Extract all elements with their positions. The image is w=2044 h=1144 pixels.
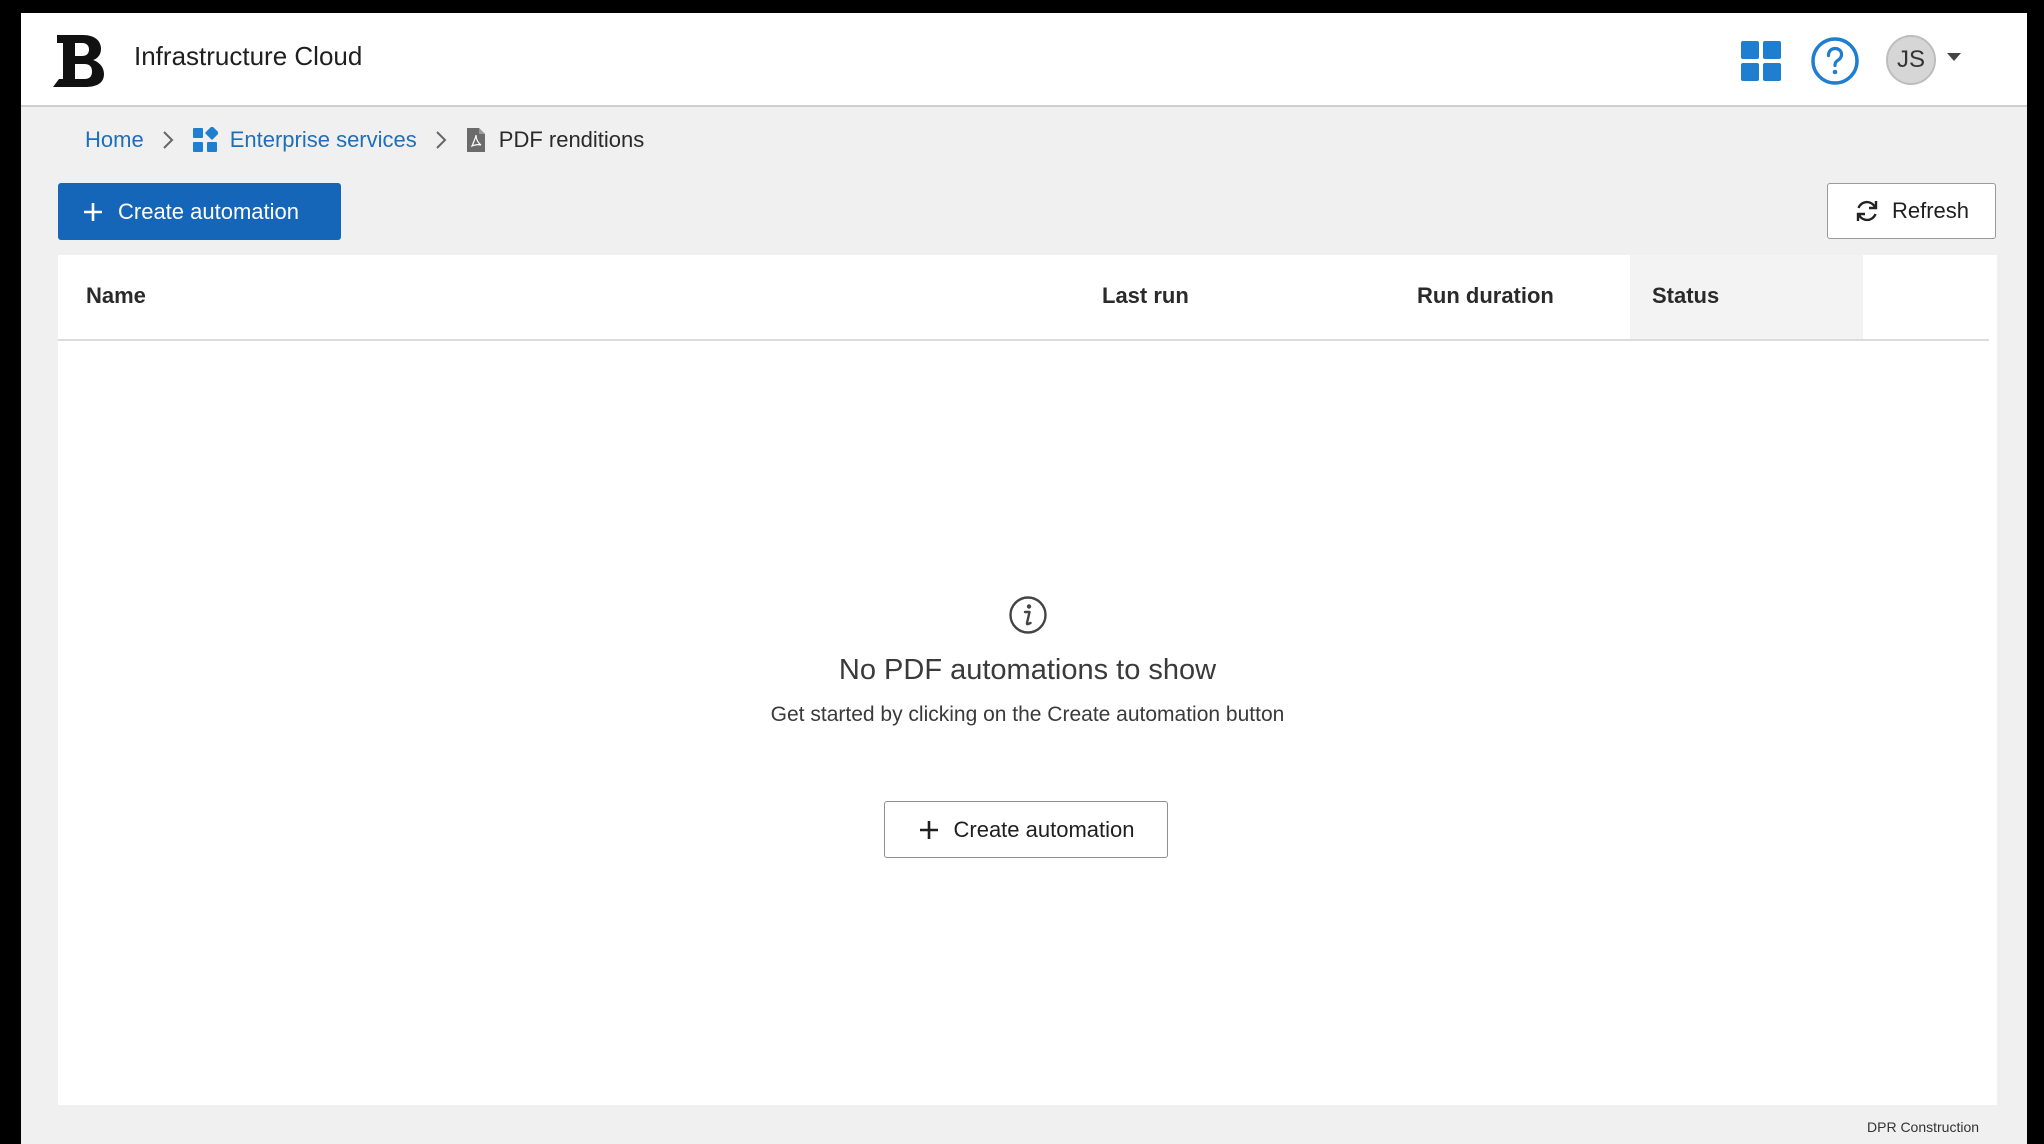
breadcrumb: Home Enterprise services PDF renditions xyxy=(85,127,644,153)
user-avatar[interactable]: JS xyxy=(1886,35,1936,85)
top-header: Infrastructure Cloud JS xyxy=(21,13,2027,107)
plus-icon xyxy=(918,819,940,841)
column-header-status[interactable]: Status xyxy=(1652,283,1719,309)
refresh-label: Refresh xyxy=(1891,198,1970,223)
column-header-name[interactable]: Name xyxy=(86,283,146,309)
breadcrumb-enterprise-services[interactable]: Enterprise services xyxy=(230,127,417,153)
brand-logo[interactable] xyxy=(49,31,109,89)
empty-state: No PDF automations to show Get started b… xyxy=(58,595,1997,727)
empty-state-create-automation-button[interactable]: Create automation xyxy=(884,801,1168,858)
empty-state-title: No PDF automations to show xyxy=(838,654,1217,686)
empty-state-subtitle: Get started by clicking on the Create au… xyxy=(770,703,1285,726)
column-header-last-run[interactable]: Last run xyxy=(1102,283,1189,309)
help-icon[interactable] xyxy=(1807,33,1863,89)
app-grid-icon[interactable] xyxy=(1733,33,1789,89)
chevron-right-icon xyxy=(435,129,447,151)
create-automation-button[interactable]: Create automation xyxy=(58,183,341,240)
info-icon xyxy=(1008,595,1048,635)
automations-table: Name Last run Run duration Status No PDF… xyxy=(58,255,1997,1105)
create-automation-label: Create automation xyxy=(118,198,299,224)
breadcrumb-current: PDF renditions xyxy=(498,127,645,152)
app-title: Infrastructure Cloud xyxy=(134,41,363,71)
empty-state-create-label: Create automation xyxy=(953,816,1135,842)
breadcrumb-home[interactable]: Home xyxy=(85,127,144,153)
refresh-button[interactable]: Refresh xyxy=(1827,183,1996,239)
pdf-file-icon xyxy=(465,127,487,153)
app-window: Infrastructure Cloud JS Home Enterprise … xyxy=(21,13,2027,1144)
column-header-run-duration[interactable]: Run duration xyxy=(1417,283,1554,309)
chevron-right-icon xyxy=(162,129,174,151)
table-header: Name Last run Run duration Status xyxy=(58,255,1989,341)
refresh-icon xyxy=(1854,198,1880,224)
plus-icon xyxy=(82,201,104,223)
chevron-down-icon[interactable] xyxy=(1947,53,1961,61)
organization-name: DPR Construction xyxy=(1867,1119,1980,1135)
enterprise-services-icon xyxy=(192,127,218,153)
